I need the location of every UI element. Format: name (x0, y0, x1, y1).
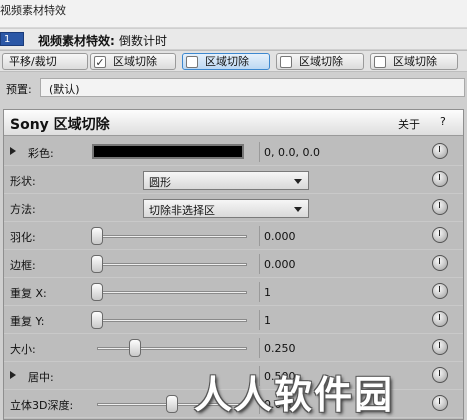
help-button[interactable]: ? (440, 115, 446, 128)
chain-title: 视频素材特效: 倒数计时 (38, 32, 167, 49)
param-row-border: 边框: 0.000 (4, 250, 463, 278)
param-label-feather: 羽化: (10, 231, 36, 244)
preset-row: 预置: (默认) (0, 73, 467, 103)
chain-number-badge[interactable]: 1 (0, 32, 24, 46)
param-row-color: 彩色: 0, 0.0, 0.0 (4, 138, 463, 166)
param-label-color: 彩色: (28, 147, 54, 160)
param-label-stereo-depth: 立体3D深度: (10, 399, 74, 412)
dropdown-arrow-icon (294, 179, 302, 184)
border-value: 0.000 (264, 258, 296, 271)
repeat-x-value: 1 (264, 286, 271, 299)
tab-cookie-cutter-3-label: 区域切除 (299, 55, 343, 68)
preset-label: 预置: (6, 83, 32, 96)
window-titlebar: 视频素材特效 (0, 0, 467, 28)
shape-value: 圆形 (149, 176, 171, 189)
param-row-shape: 形状: 圆形 (4, 166, 463, 194)
effect-chain-bar: 1 视频素材特效: 倒数计时 (0, 29, 467, 49)
about-button[interactable]: 关于 (398, 116, 420, 132)
size-slider-track[interactable] (97, 347, 247, 350)
param-label-method: 方法: (10, 203, 36, 216)
param-row-method: 方法: 切除非选择区 (4, 194, 463, 222)
tab-cookie-cutter-4-label: 区域切除 (393, 55, 437, 68)
param-row-repeat-y: 重复 Y: 1 (4, 306, 463, 334)
plugin-header: Sony 区域切除 关于 ? (4, 110, 463, 136)
expand-triangle-icon[interactable] (10, 371, 16, 379)
border-slider-thumb[interactable] (91, 255, 103, 273)
param-label-repeat-x: 重复 X: (10, 287, 47, 300)
reset-knob-icon[interactable] (432, 311, 448, 327)
reset-knob-icon[interactable] (432, 227, 448, 243)
repeat-y-slider-track[interactable] (97, 319, 247, 322)
size-value: 0.250 (264, 342, 296, 355)
tab-cookie-cutter-2-label: 区域切除 (205, 55, 249, 68)
color-value-field[interactable]: 0, 0.0, 0.0 (259, 142, 424, 162)
color-value: 0, 0.0, 0.0 (264, 146, 320, 159)
repeat-y-value: 1 (264, 314, 271, 327)
tab-enable-checkbox-4[interactable] (374, 56, 386, 68)
tab-pan-crop-label: 平移/裁切 (9, 55, 57, 68)
chain-title-prefix: 视频素材特效: (38, 34, 115, 48)
repeat-y-slider-thumb[interactable] (91, 311, 103, 329)
watermark-text: 人人软件园 (194, 373, 395, 417)
plugin-title: Sony 区域切除 (10, 117, 110, 133)
tab-enable-checkbox-1[interactable]: ✓ (94, 56, 106, 68)
repeat-y-value-field[interactable]: 1 (259, 310, 424, 330)
repeat-x-slider-track[interactable] (97, 291, 247, 294)
feather-value: 0.000 (264, 230, 296, 243)
preset-value: (默认) (49, 83, 80, 96)
dropdown-arrow-icon (294, 207, 302, 212)
param-label-border: 边框: (10, 259, 36, 272)
tab-cookie-cutter-3[interactable]: 区域切除 (276, 53, 364, 70)
tab-cookie-cutter-2[interactable]: 区域切除 (182, 53, 270, 70)
param-label-size: 大小: (10, 343, 36, 356)
feather-slider-track[interactable] (97, 235, 247, 238)
param-label-shape: 形状: (10, 175, 36, 188)
reset-knob-icon[interactable] (432, 255, 448, 271)
param-row-size: 大小: 0.250 (4, 334, 463, 362)
reset-knob-icon[interactable] (432, 395, 448, 411)
stereo-depth-slider-thumb[interactable] (166, 395, 178, 413)
effect-tabs: 平移/裁切 ✓ 区域切除 区域切除 区域切除 区域切除 (0, 50, 467, 72)
shape-dropdown[interactable]: 圆形 (143, 171, 309, 190)
tab-enable-checkbox-3[interactable] (280, 56, 292, 68)
tab-cookie-cutter-1-label: 区域切除 (113, 55, 157, 68)
size-slider-thumb[interactable] (128, 339, 141, 357)
reset-knob-icon[interactable] (432, 283, 448, 299)
feather-value-field[interactable]: 0.000 (259, 226, 424, 246)
border-value-field[interactable]: 0.000 (259, 254, 424, 274)
feather-slider-thumb[interactable] (91, 227, 103, 245)
border-slider-track[interactable] (97, 263, 247, 266)
tab-pan-crop[interactable]: 平移/裁切 (2, 53, 88, 70)
expand-triangle-icon[interactable] (10, 147, 16, 155)
reset-knob-icon[interactable] (432, 199, 448, 215)
tab-enable-checkbox-2[interactable] (186, 56, 198, 68)
reset-knob-icon[interactable] (432, 339, 448, 355)
reset-knob-icon[interactable] (432, 143, 448, 159)
size-value-field[interactable]: 0.250 (259, 338, 424, 358)
repeat-x-value-field[interactable]: 1 (259, 282, 424, 302)
param-row-repeat-x: 重复 X: 1 (4, 278, 463, 306)
param-label-repeat-y: 重复 Y: (10, 315, 45, 328)
param-row-feather: 羽化: 0.000 (4, 222, 463, 250)
param-label-center: 居中: (28, 371, 54, 384)
tab-cookie-cutter-1[interactable]: ✓ 区域切除 (90, 53, 176, 70)
method-dropdown[interactable]: 切除非选择区 (143, 199, 309, 218)
chain-title-name: 倒数计时 (119, 34, 168, 48)
tab-cookie-cutter-4[interactable]: 区域切除 (370, 53, 458, 70)
window-title: 视频素材特效 (0, 4, 66, 17)
chain-number: 1 (4, 34, 11, 45)
repeat-x-slider-thumb[interactable] (91, 283, 103, 301)
method-value: 切除非选择区 (149, 204, 215, 217)
preset-select[interactable]: (默认) (40, 78, 465, 97)
color-swatch[interactable] (92, 144, 244, 159)
reset-knob-icon[interactable] (432, 171, 448, 187)
reset-knob-icon[interactable] (432, 367, 448, 383)
